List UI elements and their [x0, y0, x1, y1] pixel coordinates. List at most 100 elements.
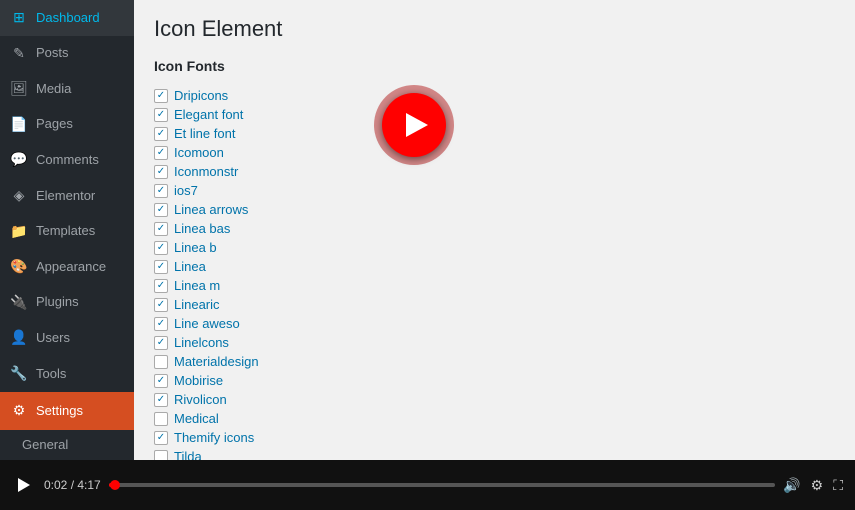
font-link-elegant-font[interactable]: Elegant font	[174, 107, 243, 122]
settings-arrow: ◀	[112, 400, 124, 422]
pages-icon: 📄	[10, 115, 28, 135]
checkbox-mobirise[interactable]	[154, 374, 168, 388]
sidebar-sub-item-general[interactable]: General	[0, 430, 134, 459]
sidebar-item-pages[interactable]: 📄 Pages	[0, 107, 134, 143]
font-link-et-line-font[interactable]: Et line font	[174, 126, 235, 141]
list-item: Elegant font	[154, 105, 835, 124]
tools-icon: 🔧	[10, 364, 28, 384]
checkbox-tilda[interactable]	[154, 450, 168, 461]
users-icon: 👤	[10, 328, 28, 348]
font-link-linea-b[interactable]: Linea b	[174, 240, 217, 255]
checkbox-linelcons[interactable]	[154, 336, 168, 350]
font-link-icomoon[interactable]: Icomoon	[174, 145, 224, 160]
font-link-linelcons[interactable]: Linelcons	[174, 335, 229, 350]
sidebar-label-pages: Pages	[36, 115, 73, 133]
font-link-linea-m[interactable]: Linea m	[174, 278, 220, 293]
page-title: Icon Element	[154, 16, 835, 42]
checkbox-linea-2[interactable]	[154, 260, 168, 274]
section-title: Icon Fonts	[154, 58, 835, 74]
progress-bar[interactable]	[109, 483, 775, 487]
sidebar-label-tools: Tools	[36, 365, 66, 383]
sidebar-item-posts[interactable]: ✎Posts	[0, 36, 134, 72]
list-item: Icomoon	[154, 143, 835, 162]
list-item: Et line font	[154, 124, 835, 143]
volume-icon[interactable]: 🔊	[783, 477, 800, 494]
templates-icon: 📁	[10, 222, 28, 242]
list-item: Linea arrows	[154, 200, 835, 219]
play-button[interactable]	[12, 473, 36, 497]
sidebar-item-appearance[interactable]: 🎨Appearance	[0, 249, 134, 285]
list-item: Linea m	[154, 276, 835, 295]
checkbox-ios7[interactable]	[154, 184, 168, 198]
sidebar-item-templates[interactable]: 📁Templates	[0, 214, 134, 250]
checkbox-icomoon[interactable]	[154, 146, 168, 160]
settings-icon: ⚙	[10, 401, 28, 421]
sidebar-label-dashboard: Dashboard	[36, 9, 100, 27]
plugins-icon: 🔌	[10, 293, 28, 313]
sidebar-label-users: Users	[36, 329, 70, 347]
checkbox-themify-icons[interactable]	[154, 431, 168, 445]
sidebar-item-plugins[interactable]: 🔌 Plugins	[0, 285, 134, 321]
checkbox-iconmonstr[interactable]	[154, 165, 168, 179]
font-link-linea-arrows[interactable]: Linea arrows	[174, 202, 248, 217]
settings-icon[interactable]: ⚙	[811, 477, 824, 494]
video-time: 0:02 / 4:17	[44, 478, 101, 492]
main-content: Icon Element Icon Fonts Dripicons Elegant…	[134, 0, 855, 460]
video-controls-right: 🔊 ⚙ ⛶	[783, 477, 843, 494]
checkbox-linea-ri[interactable]	[154, 298, 168, 312]
font-link-themify-icons[interactable]: Themify icons	[174, 430, 254, 445]
checkbox-elegant-font[interactable]	[154, 108, 168, 122]
list-item: Linea b	[154, 238, 835, 257]
checkbox-linea-arrows[interactable]	[154, 203, 168, 217]
list-item: Themify icons	[154, 428, 835, 447]
list-item: Iconmonstr	[154, 162, 835, 181]
sidebar-label-elementor: Elementor	[36, 187, 95, 205]
sidebar-item-dashboard[interactable]: ⊞Dashboard	[0, 0, 134, 36]
fullscreen-icon[interactable]: ⛶	[833, 477, 843, 494]
list-item: Linelcons	[154, 333, 835, 352]
checkbox-linea-bas[interactable]	[154, 222, 168, 236]
video-play-button[interactable]	[382, 93, 446, 157]
checkbox-materialdesign[interactable]	[154, 355, 168, 369]
font-link-line-aweso[interactable]: Line aweso	[174, 316, 240, 331]
font-link-iconmonstr[interactable]: Iconmonstr	[174, 164, 238, 179]
font-link-rivolicon[interactable]: Rivolicon	[174, 392, 227, 407]
font-link-dripicons[interactable]: Dripicons	[174, 88, 228, 103]
checkbox-et-line-font[interactable]	[154, 127, 168, 141]
list-item: Materialdesign	[154, 352, 835, 371]
sidebar-item-elementor[interactable]: ◈ Elementor	[0, 178, 134, 214]
sidebar-item-settings[interactable]: ⚙Settings◀	[0, 392, 134, 430]
font-link-linea-ri[interactable]: Linearic	[174, 297, 220, 312]
video-bar: 0:02 / 4:17 🔊 ⚙ ⛶	[0, 460, 855, 510]
list-item: Linea	[154, 257, 835, 276]
appearance-icon: 🎨	[10, 257, 28, 277]
checkbox-linea-m[interactable]	[154, 279, 168, 293]
font-link-linea-2[interactable]: Linea	[174, 259, 206, 274]
sidebar-label-plugins: Plugins	[36, 293, 79, 311]
sidebar-item-users[interactable]: 👤 Users	[0, 320, 134, 356]
checkbox-linea-b[interactable]	[154, 241, 168, 255]
checkbox-medical[interactable]	[154, 412, 168, 426]
sidebar: ⊞Dashboard✎Posts🖼Media 📄 Pages 💬Comments ◈ El…	[0, 0, 134, 460]
icon-fonts-list: Dripicons Elegant font Et line font Icomoon…	[154, 86, 835, 460]
checkbox-rivolicon[interactable]	[154, 393, 168, 407]
list-item: Rivolicon	[154, 390, 835, 409]
list-item: Dripicons	[154, 86, 835, 105]
list-item: Mobirise	[154, 371, 835, 390]
checkbox-dripicons[interactable]	[154, 89, 168, 103]
font-link-mobirise[interactable]: Mobirise	[174, 373, 223, 388]
sidebar-item-comments[interactable]: 💬Comments	[0, 142, 134, 178]
media-icon: 🖼	[10, 79, 28, 99]
font-link-medical[interactable]: Medical	[174, 411, 219, 426]
font-link-tilda[interactable]: Tilda	[174, 449, 202, 460]
font-link-linea-bas[interactable]: Linea bas	[174, 221, 230, 236]
list-item: Linea bas	[154, 219, 835, 238]
list-item: Medical	[154, 409, 835, 428]
checkbox-line-aweso[interactable]	[154, 317, 168, 331]
sidebar-item-media[interactable]: 🖼Media	[0, 71, 134, 107]
sidebar-item-tools[interactable]: 🔧 Tools	[0, 356, 134, 392]
font-link-materialdesign[interactable]: Materialdesign	[174, 354, 259, 369]
video-overlay[interactable]	[334, 80, 494, 170]
font-link-ios7[interactable]: ios7	[174, 183, 198, 198]
elementor-icon: ◈	[10, 186, 28, 206]
